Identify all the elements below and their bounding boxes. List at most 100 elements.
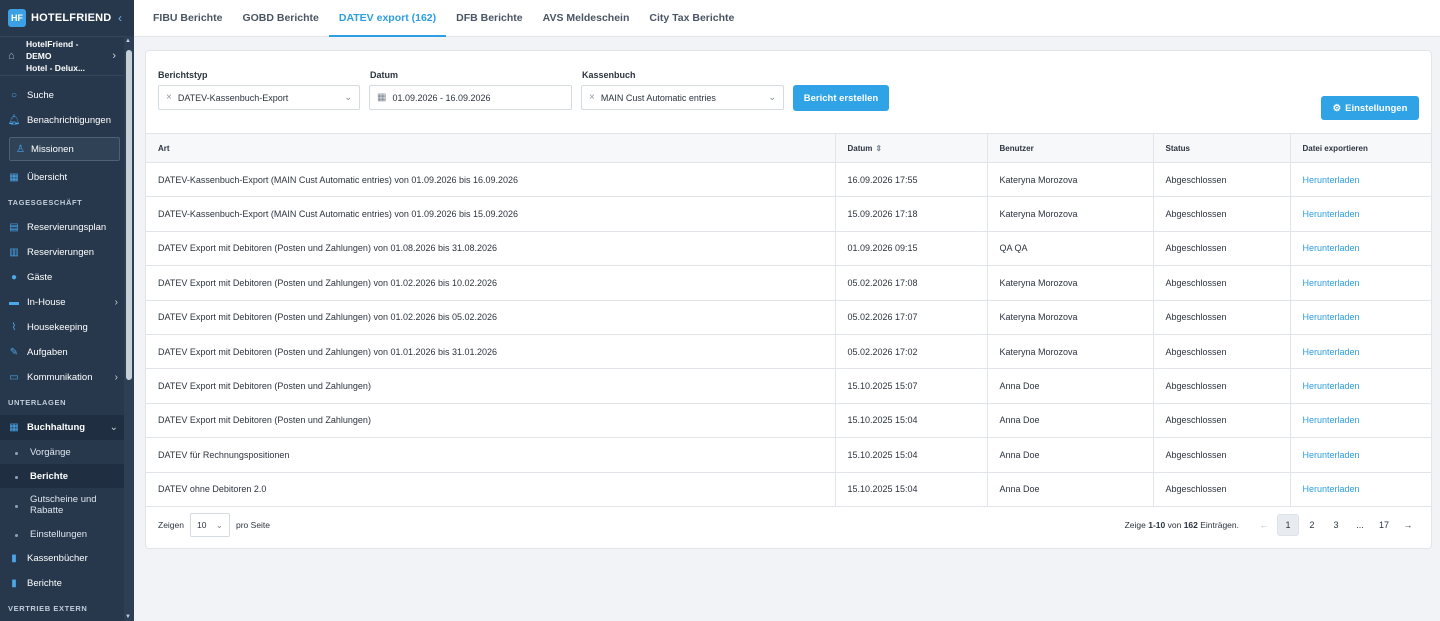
cell-download-link[interactable]: Herunterladen <box>1290 437 1431 473</box>
date-range-value: 01.09.2026 - 16.09.2026 <box>392 92 491 103</box>
cell-date: 16.09.2026 17:55 <box>835 162 988 198</box>
cell-status: Abgeschlossen <box>1153 403 1291 439</box>
sidebar-item-label: Benachrichtigungen <box>27 115 111 126</box>
sort-icon[interactable]: ⇕ <box>875 144 882 153</box>
cell-download-link[interactable]: Herunterladen <box>1290 265 1431 301</box>
page-2[interactable]: 2 <box>1301 514 1323 536</box>
cash-book-select[interactable]: × MAIN Cust Automatic entries ⌄ <box>581 85 784 110</box>
sidebar-item-label: Übersicht <box>27 172 68 183</box>
grid-icon: ▦ <box>9 422 19 433</box>
sidebar-subitem-reports[interactable]: Berichte <box>0 464 134 488</box>
sidebar-item-label: Buchhaltung <box>27 422 86 433</box>
sidebar-item-communication[interactable]: ▭ Kommunikation › <box>0 365 134 390</box>
page-1[interactable]: 1 <box>1277 514 1299 536</box>
table-row: DATEV-Kassenbuch-Export (MAIN Cust Autom… <box>146 196 1431 232</box>
sidebar-item-reports[interactable]: ▮ Berichte <box>0 571 134 596</box>
sidebar-item-label: Kommunikation <box>27 372 93 383</box>
sidebar-item-guests[interactable]: ● Gäste <box>0 265 134 290</box>
cell-download-link[interactable]: Herunterladen <box>1290 196 1431 232</box>
cell-type: DATEV Export mit Debitoren (Posten und Z… <box>146 300 836 335</box>
column-header-date-label: Datum <box>847 143 873 153</box>
sidebar-item-housekeeping[interactable]: ⌇ Housekeeping <box>0 315 134 340</box>
cell-download-link[interactable]: Herunterladen <box>1290 368 1431 404</box>
sidebar-subitem-vouchers[interactable]: Gutscheine und Rabatte <box>0 488 134 522</box>
sidebar-item-cash-books[interactable]: ▮ Kassenbücher <box>0 546 134 571</box>
sidebar-item-reservations[interactable]: ▥ Reservierungen <box>0 240 134 265</box>
sidebar-item-overview[interactable]: ▦ Übersicht <box>0 165 134 190</box>
hotel-selector[interactable]: ⌂ HotelFriend - DEMO Hotel - Delux... › <box>0 36 134 76</box>
cell-user: QA QA <box>987 231 1154 267</box>
chevron-down-icon: ⌄ <box>768 92 776 102</box>
chevron-left-icon[interactable]: ‹ <box>118 11 122 25</box>
cell-type: DATEV Export mit Debitoren (Posten und Z… <box>146 231 836 267</box>
date-range-input[interactable]: ▦ 01.09.2026 - 16.09.2026 <box>369 85 572 110</box>
column-header-date[interactable]: Datum ⇕ <box>835 133 988 163</box>
cell-type: DATEV ohne Debitoren 2.0 <box>146 472 836 507</box>
report-type-select[interactable]: × DATEV-Kassenbuch-Export ⌄ <box>158 85 360 110</box>
tab-gobd[interactable]: GOBD Berichte <box>232 0 328 36</box>
tab-avs[interactable]: AVS Meldeschein <box>533 0 640 36</box>
sidebar-item-accounting[interactable]: ▦ Buchhaltung ⌄ <box>0 415 134 440</box>
broom-icon: ⌇ <box>11 322 17 333</box>
sidebar-item-notifications[interactable]: 🔔︎ Benachrichtigungen <box>0 108 134 133</box>
sidebar-subitem-settings[interactable]: Einstellungen <box>0 522 134 546</box>
sidebar-scrollbar[interactable]: ▲ ▼ <box>124 36 134 621</box>
missions-button[interactable]: ♙ Missionen <box>9 137 120 161</box>
sidebar-item-label: In-House <box>27 297 66 308</box>
cell-date: 15.10.2025 15:04 <box>835 472 988 507</box>
tab-fibu[interactable]: FIBU Berichte <box>143 0 232 36</box>
cell-download-link[interactable]: Herunterladen <box>1290 472 1431 507</box>
prev-page-icon[interactable]: ← <box>1253 514 1275 536</box>
book-icon: ▮ <box>11 553 17 564</box>
tab-datev-export[interactable]: DATEV export (162) <box>328 0 447 37</box>
sidebar-subitem-transactions[interactable]: Vorgänge <box>0 440 134 464</box>
cell-type: DATEV für Rechnungspositionen <box>146 437 836 473</box>
brand[interactable]: HF HOTELFRIEND ‹ <box>0 0 134 36</box>
logo-icon: HF <box>8 9 26 27</box>
cell-download-link[interactable]: Herunterladen <box>1290 231 1431 267</box>
next-page-icon[interactable]: → <box>1397 514 1419 536</box>
show-label: Zeigen <box>158 520 184 530</box>
cell-download-link[interactable]: Herunterladen <box>1290 403 1431 439</box>
scrollbar-thumb[interactable] <box>126 50 132 380</box>
sidebar-item-reservation-plan[interactable]: ▤ Reservierungsplan <box>0 215 134 240</box>
cell-user: Anna Doe <box>987 437 1154 473</box>
cell-download-link[interactable]: Herunterladen <box>1290 162 1431 198</box>
sidebar-item-label: Gäste <box>27 272 53 283</box>
tab-dfb[interactable]: DFB Berichte <box>446 0 533 36</box>
sidebar-item-label: Kassenbücher <box>27 553 88 564</box>
settings-button[interactable]: ⚙ Einstellungen <box>1321 96 1419 120</box>
cell-download-link[interactable]: Herunterladen <box>1290 334 1431 370</box>
range-prefix: Zeige <box>1124 520 1149 530</box>
clear-icon[interactable]: × <box>589 92 595 103</box>
cell-status: Abgeschlossen <box>1153 231 1291 267</box>
bed-icon: ▬ <box>9 297 19 308</box>
cell-download-link[interactable]: Herunterladen <box>1290 300 1431 335</box>
per-page-select[interactable]: 10 ⌄ <box>190 513 230 537</box>
cell-user: Anna Doe <box>987 368 1154 404</box>
report-icon: ▮ <box>11 578 17 589</box>
cell-user: Kateryna Morozova <box>987 162 1154 198</box>
table-row: DATEV ohne Debitoren 2.0 15.10.2025 15:04… <box>146 472 1431 507</box>
wrench-icon: ✎ <box>9 347 19 358</box>
total-entries: 162 <box>1183 520 1198 530</box>
scroll-down-icon[interactable]: ▼ <box>125 614 131 620</box>
search-icon: ○ <box>10 90 18 101</box>
sidebar-item-label: Aufgaben <box>27 347 68 358</box>
clear-icon[interactable]: × <box>166 92 172 103</box>
sidebar-item-tasks[interactable]: ✎ Aufgaben <box>0 340 134 365</box>
cell-date: 15.09.2026 17:18 <box>835 196 988 232</box>
cell-status: Abgeschlossen <box>1153 437 1291 473</box>
chevron-right-icon: › <box>114 297 118 308</box>
sidebar-item-search[interactable]: ○ Suche <box>0 83 134 108</box>
per-page-value: 10 <box>197 520 207 530</box>
user-icon: ● <box>10 272 18 283</box>
create-report-button[interactable]: Bericht erstellen <box>793 85 889 111</box>
range-suffix: Einträgen. <box>1197 520 1239 530</box>
page-17[interactable]: 17 <box>1373 514 1395 536</box>
tab-city-tax[interactable]: City Tax Berichte <box>639 0 744 36</box>
cell-type: DATEV-Kassenbuch-Export (MAIN Cust Autom… <box>146 196 836 232</box>
sidebar-item-in-house[interactable]: ▬ In-House › <box>0 290 134 315</box>
page-3[interactable]: 3 <box>1325 514 1347 536</box>
scroll-up-icon[interactable]: ▲ <box>125 38 131 44</box>
